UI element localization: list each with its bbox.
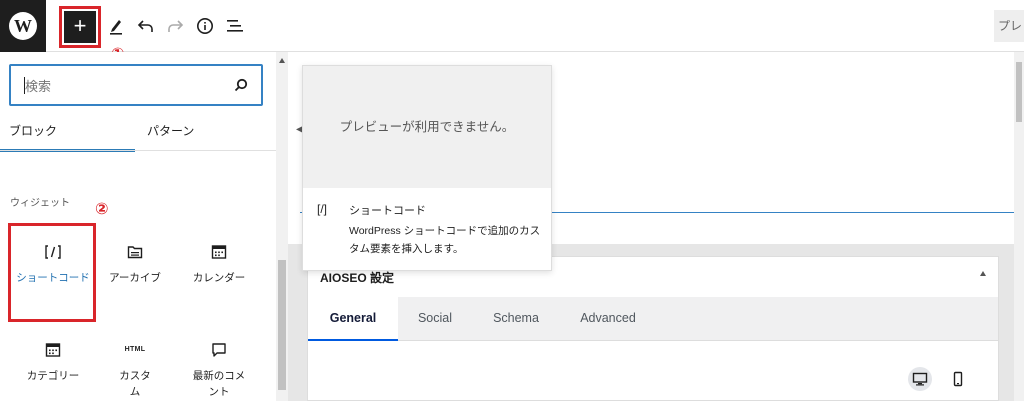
editor-screen: W + プレビュー ① ブロック [0,0,1024,401]
block-custom-html[interactable]: HTML カスタムHTML [94,338,176,401]
block-label: アーカイブ [109,272,161,284]
preview-unavailable: プレビューが利用できません。 [303,66,551,188]
edit-pencil-icon[interactable] [104,14,128,38]
tab-social[interactable]: Social [398,297,472,341]
html-icon: HTML [124,346,146,353]
block-latest-comments[interactable]: 最新のコメント [178,338,260,400]
block-inserter-panel: ブロック パターン ウィジェット ② ショートコード アーカイブ カレンダー [0,52,288,401]
redo-icon[interactable] [163,14,187,38]
block-label: 最新のコメント [192,370,246,398]
aioseo-tabs: General Social Schema Advanced [308,297,998,341]
block-label: ショートコード [16,272,90,284]
editor-toolbar: W + プレビュー [0,0,1024,52]
block-label: カスタムHTML [119,370,151,398]
archive-icon [94,240,176,264]
editor-scroll-thumb[interactable] [1016,62,1022,122]
block-label: カテゴリー [26,370,80,382]
add-block-button[interactable]: + [64,11,96,43]
aioseo-metabox: AIOSEO 設定 General Social Schema Advanced [307,256,999,401]
shortcode-icon [12,240,94,264]
editor-scrollbar[interactable] [1014,52,1024,401]
tab-advanced[interactable]: Advanced [560,297,656,341]
tabs-divider [0,150,276,151]
desktop-icon[interactable] [908,367,932,391]
shortcode-icon: [/] [317,202,328,216]
block-search[interactable] [9,64,263,106]
tab-schema[interactable]: Schema [472,297,560,341]
collapse-toggle-icon[interactable] [980,271,986,276]
wordpress-logo-icon: W [9,12,37,40]
block-categories[interactable]: カテゴリー [12,338,94,384]
inserter-tabs: ブロック パターン [0,114,276,152]
mobile-icon[interactable] [946,367,970,391]
undo-icon[interactable] [134,14,158,38]
annotation-two: ② [95,201,109,218]
block-archives[interactable]: アーカイブ [94,240,176,286]
tab-general[interactable]: General [308,297,398,341]
block-shortcode[interactable]: ショートコード [12,240,94,286]
tab-patterns[interactable]: パターン [137,114,272,152]
categories-icon [12,338,94,362]
category-heading: ウィジェット [10,198,70,209]
preview-title: ショートコード [349,205,426,217]
tab-blocks[interactable]: ブロック [0,114,135,152]
wordpress-logo[interactable]: W [0,0,46,52]
block-label: カレンダー [192,272,246,284]
calendar-icon [178,240,260,264]
inserter-scroll-thumb[interactable] [278,260,286,390]
list-view-icon[interactable] [223,14,247,38]
aioseo-title: AIOSEO 設定 [320,271,395,285]
block-calendar[interactable]: カレンダー [178,240,260,286]
scroll-up-arrow[interactable] [279,58,285,63]
preview-button[interactable]: プレビュー [994,10,1024,42]
preview-description: WordPress ショートコードで追加のカスタム要素を挿入します。 [349,225,541,255]
info-icon[interactable] [193,14,217,38]
block-search-input[interactable] [25,77,225,95]
block-preview-popover: プレビューが利用できません。 [/] ショートコード WordPress ショー… [302,65,552,271]
comment-icon [178,338,260,362]
search-icon[interactable] [233,77,249,98]
